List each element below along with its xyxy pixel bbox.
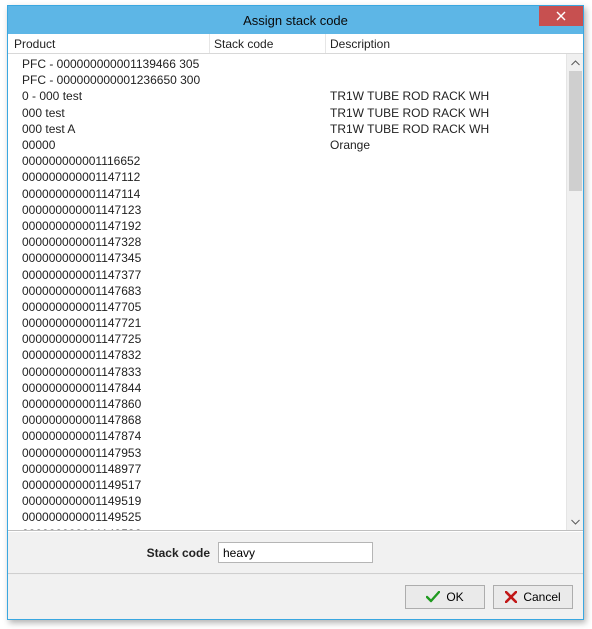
table-row[interactable]: 000000000001147112 bbox=[10, 169, 566, 185]
table-row[interactable]: 000000000001147721 bbox=[10, 315, 566, 331]
cell-product: 000 test bbox=[10, 106, 210, 120]
table-row[interactable]: 000000000001147114 bbox=[10, 186, 566, 202]
cell-product: 000000000001147860 bbox=[10, 397, 210, 411]
column-header-stack[interactable]: Stack code bbox=[210, 34, 326, 53]
cell-product: 000000000001147328 bbox=[10, 235, 210, 249]
dialog-window: Assign stack code Product Stack code Des… bbox=[7, 5, 584, 620]
cell-product: 000000000001147721 bbox=[10, 316, 210, 330]
stack-code-label: Stack code bbox=[18, 546, 218, 560]
cell-product: PFC - 000000000001139466 305 bbox=[10, 57, 210, 71]
cell-product: 000000000001147114 bbox=[10, 187, 210, 201]
cell-product: 000000000001147112 bbox=[10, 170, 210, 184]
titlebar[interactable]: Assign stack code bbox=[8, 6, 583, 34]
table-row[interactable]: 000000000001147725 bbox=[10, 331, 566, 347]
table-row[interactable]: 000000000001147860 bbox=[10, 396, 566, 412]
cell-product: 000000000001147377 bbox=[10, 268, 210, 282]
table-row[interactable]: 000000000001147868 bbox=[10, 412, 566, 428]
cell-description: TR1W TUBE ROD RACK WH bbox=[326, 106, 566, 120]
table-row[interactable]: 000000000001147345 bbox=[10, 250, 566, 266]
cell-description: TR1W TUBE ROD RACK WH bbox=[326, 122, 566, 136]
scroll-up-button[interactable] bbox=[567, 54, 583, 71]
chevron-down-icon bbox=[571, 519, 580, 525]
table-row[interactable]: 000 test TR1W TUBE ROD RACK WH bbox=[10, 105, 566, 121]
cell-description: TR1W TUBE ROD RACK WH bbox=[326, 89, 566, 103]
table-row[interactable]: 000000000001149517 bbox=[10, 477, 566, 493]
grid-area: PFC - 000000000001139466 305 PFC - 00000… bbox=[8, 54, 583, 531]
table-row[interactable]: 000000000001147832 bbox=[10, 347, 566, 363]
cell-product: 000000000001147192 bbox=[10, 219, 210, 233]
column-header-product[interactable]: Product bbox=[10, 34, 210, 53]
cell-product: 0 - 000 test bbox=[10, 89, 210, 103]
cell-product: 000000000001147868 bbox=[10, 413, 210, 427]
table-row[interactable]: 000000000001147123 bbox=[10, 202, 566, 218]
window-title: Assign stack code bbox=[8, 13, 583, 28]
cell-product: 000000000001147874 bbox=[10, 429, 210, 443]
column-header-description[interactable]: Description bbox=[326, 34, 583, 53]
table-row[interactable]: 000000000001149525 bbox=[10, 509, 566, 525]
ok-button-label: OK bbox=[446, 590, 463, 604]
cell-product: 000000000001147832 bbox=[10, 348, 210, 362]
table-row[interactable]: 000000000001147705 bbox=[10, 299, 566, 315]
table-row[interactable]: 000000000001149519 bbox=[10, 493, 566, 509]
table-row[interactable]: 000000000001149536 bbox=[10, 525, 566, 530]
table-row[interactable]: 000000000001147377 bbox=[10, 266, 566, 282]
cell-product: 000000000001116652 bbox=[10, 154, 210, 168]
cell-product: 000000000001147345 bbox=[10, 251, 210, 265]
table-row[interactable]: 000000000001147833 bbox=[10, 364, 566, 380]
table-row[interactable]: 000 test A TR1W TUBE ROD RACK WH bbox=[10, 121, 566, 137]
product-grid[interactable]: PFC - 000000000001139466 305 PFC - 00000… bbox=[8, 54, 566, 530]
scroll-thumb[interactable] bbox=[569, 71, 582, 191]
cell-product: 000000000001147705 bbox=[10, 300, 210, 314]
table-row[interactable]: 000000000001147874 bbox=[10, 428, 566, 444]
scroll-down-button[interactable] bbox=[567, 513, 583, 530]
cell-product: 000000000001147123 bbox=[10, 203, 210, 217]
cell-description: Orange bbox=[326, 138, 566, 152]
form-area: Stack code bbox=[8, 531, 583, 573]
chevron-up-icon bbox=[571, 60, 580, 66]
cell-product: 000 test A bbox=[10, 122, 210, 136]
table-row[interactable]: 000000000001147844 bbox=[10, 380, 566, 396]
button-bar: OK Cancel bbox=[8, 575, 583, 619]
ok-button[interactable]: OK bbox=[405, 585, 485, 609]
check-icon bbox=[426, 591, 440, 603]
column-header-row: Product Stack code Description bbox=[8, 34, 583, 54]
cell-product: 000000000001149536 bbox=[10, 527, 210, 530]
table-row[interactable]: 00000 Orange bbox=[10, 137, 566, 153]
table-row[interactable]: PFC - 000000000001236650 300 bbox=[10, 72, 566, 88]
close-icon bbox=[556, 11, 566, 21]
cell-product: 000000000001149525 bbox=[10, 510, 210, 524]
cell-product: 000000000001147953 bbox=[10, 446, 210, 460]
cancel-button[interactable]: Cancel bbox=[493, 585, 573, 609]
table-row[interactable]: 000000000001147683 bbox=[10, 283, 566, 299]
table-row[interactable]: 000000000001148977 bbox=[10, 461, 566, 477]
cell-product: 000000000001147844 bbox=[10, 381, 210, 395]
close-button[interactable] bbox=[539, 6, 583, 26]
cell-product: 000000000001149517 bbox=[10, 478, 210, 492]
cell-product: 000000000001147833 bbox=[10, 365, 210, 379]
cell-product: PFC - 000000000001236650 300 bbox=[10, 73, 210, 87]
table-row[interactable]: PFC - 000000000001139466 305 bbox=[10, 56, 566, 72]
cancel-button-label: Cancel bbox=[523, 590, 560, 604]
stack-code-input[interactable] bbox=[218, 542, 373, 563]
cell-product: 000000000001148977 bbox=[10, 462, 210, 476]
table-row[interactable]: 000000000001116652 bbox=[10, 153, 566, 169]
table-row[interactable]: 000000000001147328 bbox=[10, 234, 566, 250]
vertical-scrollbar[interactable] bbox=[566, 54, 583, 530]
cell-product: 000000000001147725 bbox=[10, 332, 210, 346]
table-row[interactable]: 000000000001147953 bbox=[10, 445, 566, 461]
cell-product: 000000000001149519 bbox=[10, 494, 210, 508]
table-row[interactable]: 000000000001147192 bbox=[10, 218, 566, 234]
x-icon bbox=[505, 591, 517, 603]
cell-product: 00000 bbox=[10, 138, 210, 152]
table-row[interactable]: 0 - 000 test TR1W TUBE ROD RACK WH bbox=[10, 88, 566, 104]
cell-product: 000000000001147683 bbox=[10, 284, 210, 298]
